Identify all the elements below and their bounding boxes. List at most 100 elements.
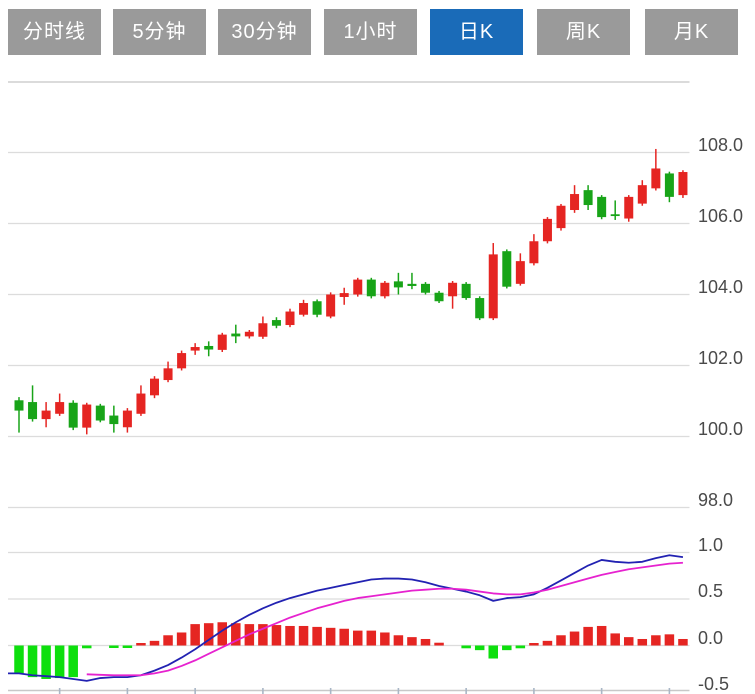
- candle-body: [678, 172, 687, 195]
- candle-body: [394, 281, 403, 287]
- price-axis-label: 108.0: [698, 135, 752, 155]
- candle-body: [570, 194, 579, 210]
- macd-axis-label: 0.5: [698, 581, 752, 601]
- price-axis-label: 100.0: [698, 419, 752, 439]
- candle-body: [502, 251, 511, 287]
- macd-histogram-bar: [339, 629, 349, 646]
- candle-body: [448, 283, 457, 296]
- candle-body: [665, 173, 674, 196]
- candle-body: [557, 206, 566, 228]
- macd-histogram-bar: [502, 646, 512, 651]
- macd-axis-label: -0.5: [698, 674, 752, 694]
- macd-histogram-bar: [28, 646, 38, 678]
- candle-body: [326, 295, 335, 317]
- macd-histogram-bar: [82, 646, 92, 649]
- macd-axis-label: 0.0: [698, 628, 752, 648]
- macd-histogram-bar: [624, 637, 634, 645]
- macd-histogram-bar: [475, 646, 485, 651]
- candle-body: [516, 261, 525, 284]
- macd-histogram-bar: [461, 646, 471, 649]
- macd-histogram-bar: [299, 626, 309, 646]
- macd-axis-label: 1.0: [698, 535, 752, 555]
- candle-body: [123, 411, 132, 428]
- macd-histogram-bar: [163, 635, 173, 645]
- candle-body: [245, 332, 254, 337]
- macd-histogram-bar: [367, 631, 377, 646]
- macd-histogram-bar: [638, 639, 648, 646]
- candle-body: [42, 411, 51, 420]
- macd-histogram-bar: [489, 646, 499, 659]
- candle-body: [638, 185, 647, 203]
- macd-histogram-bar: [41, 646, 51, 679]
- candle-body: [150, 379, 159, 396]
- macd-histogram-bar: [556, 635, 566, 645]
- candle-body: [584, 190, 593, 205]
- candle-body: [28, 402, 37, 419]
- candle-body: [407, 284, 416, 286]
- candle-body: [272, 320, 281, 326]
- candle-body: [164, 368, 173, 380]
- macd-histogram-bar: [421, 639, 431, 646]
- dea-line: [87, 563, 683, 676]
- candle-body: [367, 280, 376, 297]
- macd-histogram-bar: [68, 646, 78, 678]
- candle-body: [340, 293, 349, 297]
- macd-histogram-bar: [665, 634, 675, 645]
- macd-histogram-bar: [312, 627, 322, 646]
- macd-histogram-bar: [407, 637, 417, 645]
- macd-histogram-bar: [516, 646, 526, 649]
- macd-histogram-bar: [150, 641, 160, 646]
- macd-histogram-bar: [353, 631, 363, 646]
- macd-histogram-bar: [678, 639, 688, 646]
- candle-body: [55, 402, 64, 414]
- macd-histogram-bar: [394, 635, 404, 645]
- macd-histogram-bar: [272, 625, 282, 645]
- candle-body: [611, 214, 620, 216]
- candle-body: [69, 403, 78, 428]
- candle-body: [204, 346, 213, 350]
- candle-body: [475, 298, 484, 318]
- price-axis-label: 98.0: [698, 490, 752, 510]
- macd-histogram-bar: [109, 646, 119, 649]
- candle-body: [109, 416, 118, 425]
- macd-histogram-bar: [543, 641, 553, 646]
- macd-histogram-bar: [570, 632, 580, 646]
- dif-line: [8, 555, 683, 681]
- candle-body: [299, 303, 308, 315]
- macd-histogram-bar: [285, 626, 295, 646]
- kline-chart-app: 分时线 5分钟 30分钟 1小时 日K 周K 月K 108.0 106.0 10…: [0, 0, 755, 694]
- candle-body: [489, 254, 498, 318]
- candle-body: [82, 405, 91, 428]
- macd-histogram-bar: [136, 643, 146, 646]
- candle-body: [353, 280, 362, 295]
- macd-histogram-bar: [610, 633, 620, 645]
- candle-body: [313, 301, 322, 314]
- price-axis-label: 106.0: [698, 206, 752, 226]
- candle-body: [624, 197, 633, 219]
- macd-histogram-bar: [190, 624, 200, 645]
- candle-body: [651, 168, 660, 188]
- macd-histogram-bar: [529, 643, 539, 646]
- candle-body: [380, 283, 389, 296]
- price-axis-label: 104.0: [698, 277, 752, 297]
- macd-histogram-bar: [55, 646, 65, 679]
- macd-histogram-bar: [583, 627, 593, 646]
- macd-histogram-bar: [651, 635, 661, 645]
- candle-body: [529, 241, 538, 263]
- macd-histogram-bar: [177, 632, 187, 645]
- macd-histogram-bar: [380, 632, 390, 645]
- price-axis-label: 102.0: [698, 348, 752, 368]
- macd-histogram-bar: [597, 626, 607, 646]
- candle-body: [177, 353, 186, 368]
- macd-histogram-bar: [14, 646, 24, 674]
- candle-body: [96, 406, 105, 421]
- macd-histogram-bar: [326, 628, 336, 646]
- candle-body: [231, 334, 240, 337]
- macd-histogram-bar: [123, 646, 132, 649]
- candle-body: [191, 347, 200, 351]
- candle-body: [258, 323, 267, 336]
- candle-body: [597, 197, 606, 217]
- macd-histogram-bar: [434, 643, 444, 646]
- candle-body: [218, 335, 227, 350]
- candle-body: [136, 394, 145, 414]
